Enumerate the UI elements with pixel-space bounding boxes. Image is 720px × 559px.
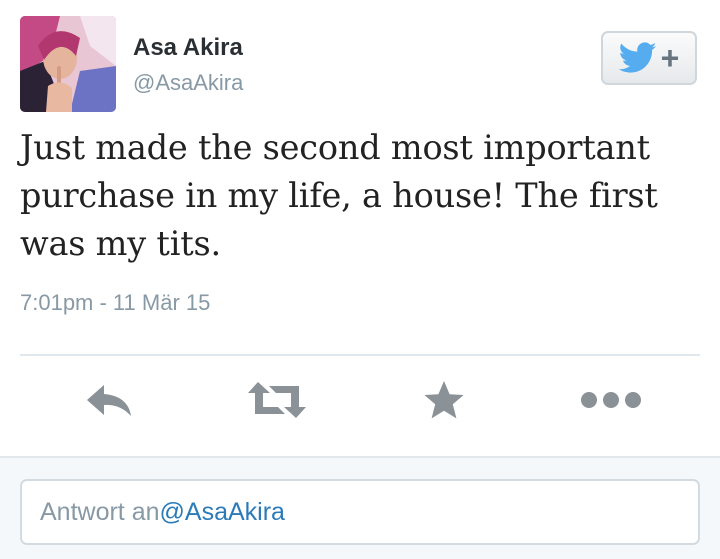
favorite-button[interactable] [420,374,468,426]
more-button[interactable] [576,374,646,426]
display-name[interactable]: Asa Akira [133,34,243,62]
tweet-text: Just made the second most important purc… [20,128,658,263]
follow-plus-icon: + [660,40,680,76]
follow-button[interactable]: + [601,31,697,85]
reply-arrow-icon [87,385,131,416]
more-dots-icon [581,392,641,408]
reply-placeholder: Antwort an [40,497,160,526]
divider [20,354,700,356]
tweet-card: Asa Akira @AsaAkira + Just made the seco… [0,0,720,559]
retweet-button[interactable] [244,374,310,426]
tweet-timestamp[interactable]: 7:01pm - 11 Mär 15 [20,290,210,316]
reply-input[interactable]: Antwort an @AsaAkira [20,479,700,545]
reply-button[interactable] [78,374,140,426]
user-handle[interactable]: @AsaAkira [133,70,243,96]
star-icon [424,381,464,419]
twitter-bird-icon [618,42,657,73]
user-avatar[interactable] [20,16,116,112]
reply-mention: @AsaAkira [159,497,285,526]
retweet-icon [248,382,306,418]
avatar-image [20,16,116,112]
